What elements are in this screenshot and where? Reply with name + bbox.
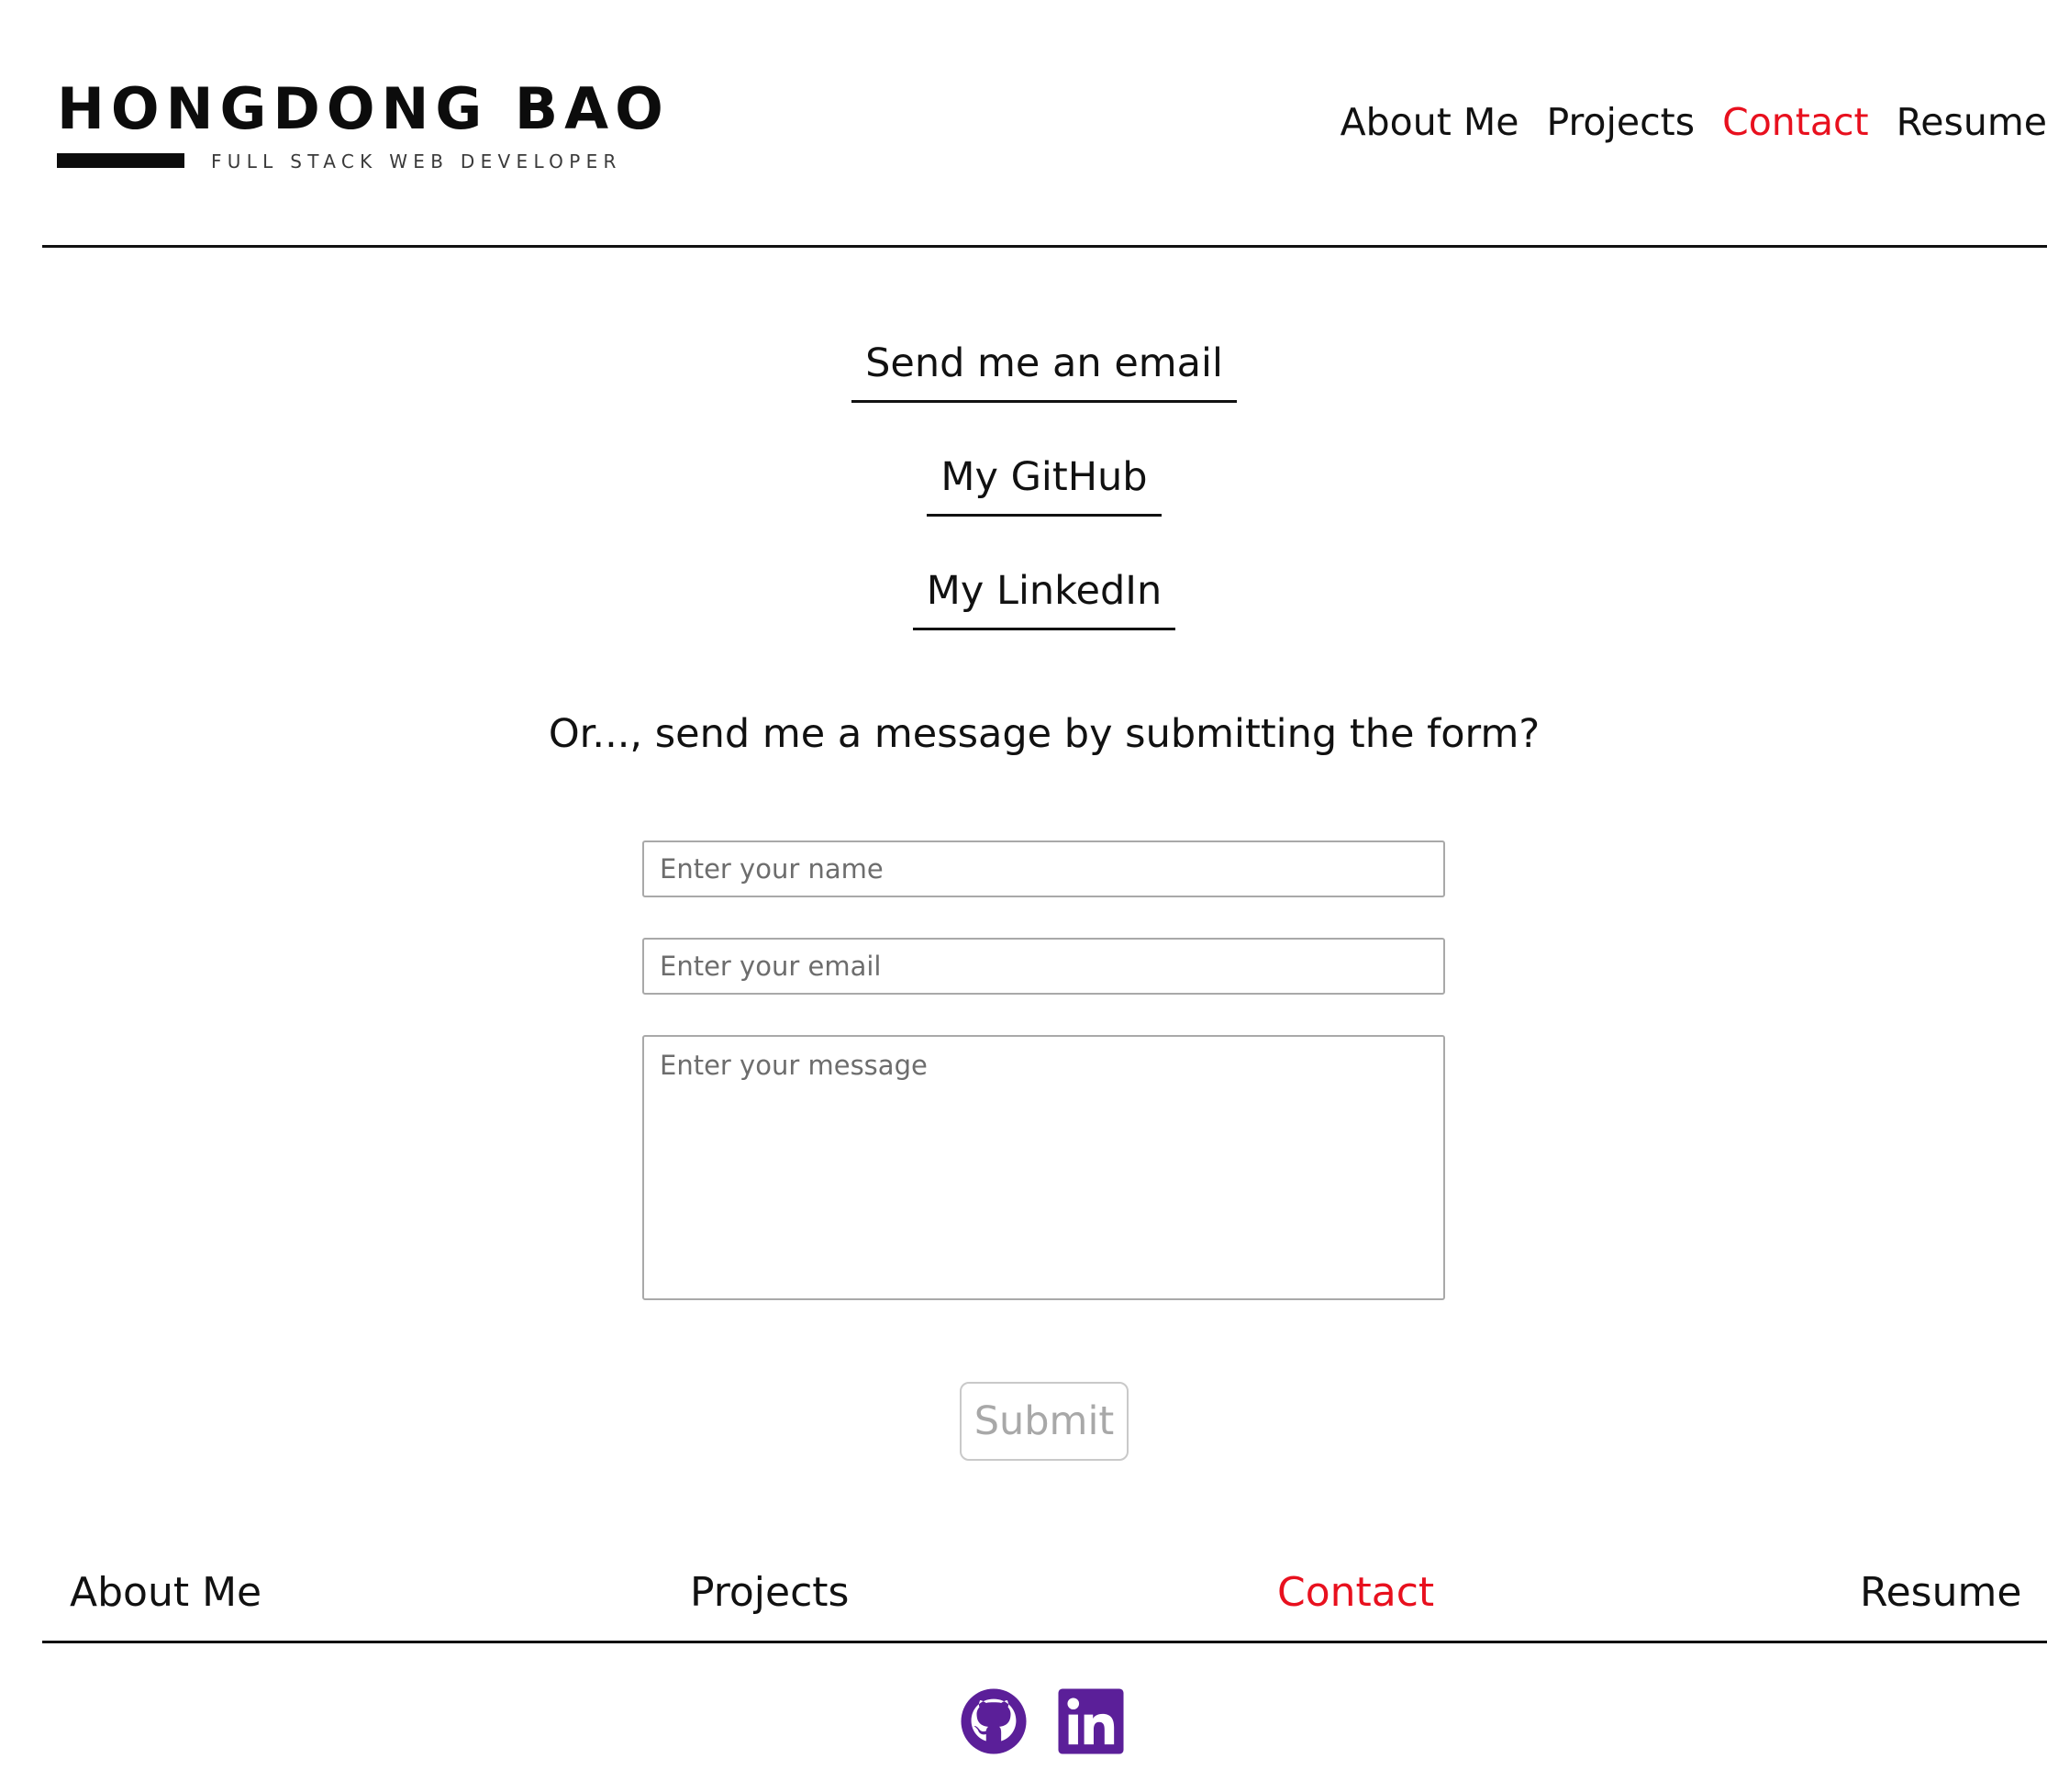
site-logo[interactable]: HONGDONG BAO FULL STACK WEB DEVELOPER xyxy=(57,81,663,182)
logo-name: HONGDONG BAO xyxy=(57,75,670,142)
top-nav: About Me Projects Contact Resume xyxy=(1341,95,2047,150)
github-icon-graphic xyxy=(961,1688,1027,1754)
submit-button[interactable]: Submit xyxy=(960,1382,1129,1461)
footer-nav-item-contact[interactable]: Contact xyxy=(1277,1563,1434,1623)
social-links xyxy=(960,1686,1125,1756)
linkedin-link-row: My LinkedIn xyxy=(0,567,2047,630)
footer-nav: About Me Projects Contact Resume xyxy=(0,1563,2047,1623)
email-input[interactable] xyxy=(642,938,1445,995)
github-link[interactable]: My GitHub xyxy=(927,453,1162,517)
form-heading: Or..., send me a message by submitting t… xyxy=(548,711,1541,757)
site-header: HONGDONG BAO FULL STACK WEB DEVELOPER Ab… xyxy=(0,0,2047,248)
email-link-row: Send me an email xyxy=(0,339,2047,403)
linkedin-icon[interactable] xyxy=(1057,1687,1125,1755)
footer-divider xyxy=(42,1641,2047,1643)
footer-nav-item-about-me[interactable]: About Me xyxy=(70,1563,261,1623)
send-email-link[interactable]: Send me an email xyxy=(851,339,1237,403)
header-divider xyxy=(42,245,2047,248)
name-input[interactable] xyxy=(642,840,1445,897)
linkedin-icon-graphic xyxy=(1058,1688,1124,1754)
nav-item-projects[interactable]: Projects xyxy=(1546,100,1695,144)
nav-item-about-me[interactable]: About Me xyxy=(1341,100,1519,144)
footer-nav-item-resume[interactable]: Resume xyxy=(1860,1563,2021,1623)
logo-tagline: FULL STACK WEB DEVELOPER xyxy=(211,150,622,173)
nav-item-resume[interactable]: Resume xyxy=(1897,100,2047,144)
message-textarea[interactable] xyxy=(642,1035,1445,1300)
logo-bar xyxy=(57,153,184,168)
github-icon[interactable] xyxy=(960,1687,1028,1755)
linkedin-link[interactable]: My LinkedIn xyxy=(912,567,1176,630)
github-link-row: My GitHub xyxy=(0,453,2047,517)
footer-nav-item-projects[interactable]: Projects xyxy=(690,1563,849,1623)
nav-item-contact[interactable]: Contact xyxy=(1722,100,1869,144)
